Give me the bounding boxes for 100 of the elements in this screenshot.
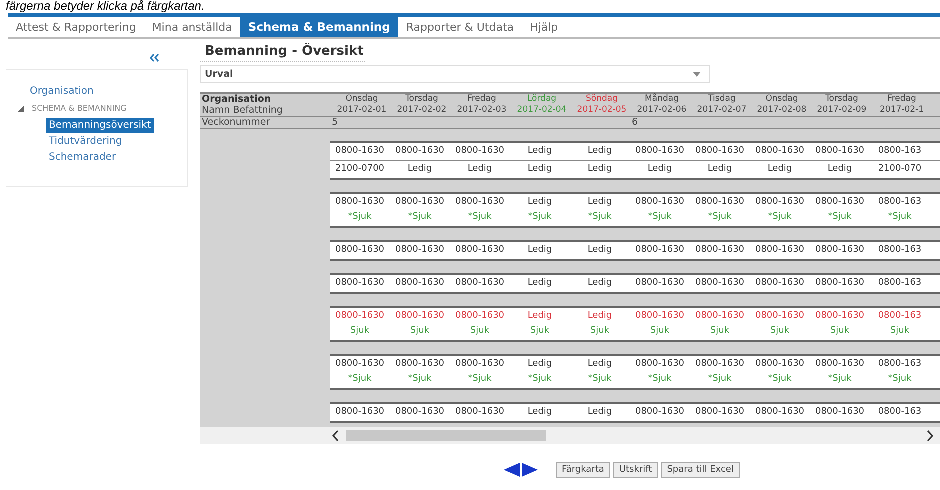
day-name: Fredag: [466, 94, 498, 105]
shift-text: Ledig: [526, 197, 554, 208]
shift-text: Ledig: [406, 164, 434, 175]
action-button[interactable]: Färgkarta: [556, 462, 610, 478]
action-button[interactable]: Spara till Excel: [661, 462, 740, 478]
sidebar-item[interactable]: Tidutvärdering: [46, 134, 126, 149]
status-text: *Sjuk: [527, 374, 553, 385]
shift-text: 0800-1630: [754, 359, 806, 370]
status-text: *Sjuk: [587, 374, 613, 385]
shift-text: 0800-1630: [394, 359, 446, 370]
day-date: 2017-02-05: [576, 105, 628, 116]
sidebar-item[interactable]: Organisation: [30, 86, 94, 97]
nav-tab[interactable]: Attest & Rapportering: [8, 17, 144, 37]
shift-text: 0800-1630: [754, 311, 806, 322]
shift-text: Ledig: [526, 146, 554, 157]
day-name: Tisdag: [707, 94, 737, 105]
day-date: 2017-02-03: [456, 105, 508, 116]
shift-text: Ledig: [526, 311, 554, 322]
shift-text: 0800-1630: [394, 311, 446, 322]
status-text: *Sjuk: [827, 374, 853, 385]
shift-text: Ledig: [466, 164, 494, 175]
status-text: *Sjuk: [767, 374, 793, 385]
shift-text: 0800-1630: [334, 146, 386, 157]
status-text: *Sjuk: [467, 374, 493, 385]
shift-text: 0800-1630: [814, 359, 866, 370]
day-date: 2017-02-07: [696, 105, 748, 116]
shift-text: 0800-1630: [634, 311, 686, 322]
week-number: 5: [332, 117, 338, 128]
shift-text: 0800-1630: [694, 278, 746, 289]
status-text: *Sjuk: [707, 374, 733, 385]
shift-text: 0800-1630: [694, 197, 746, 208]
previous-arrow-icon[interactable]: [504, 463, 520, 477]
shift-text: Ledig: [586, 407, 614, 418]
collapse-icon[interactable]: [150, 54, 160, 62]
shift-text: Ledig: [586, 278, 614, 289]
day-name: Lördag: [526, 94, 558, 105]
scroll-right-icon[interactable]: [926, 430, 934, 442]
sidebar-item[interactable]: Schemarader: [46, 150, 120, 165]
nav-tab[interactable]: Schema & Bemanning: [240, 17, 398, 37]
shift-text: Ledig: [586, 146, 614, 157]
shift-text: 0800-1630: [634, 407, 686, 418]
shift-text: 0800-163: [877, 197, 923, 208]
shift-text: 0800-163: [877, 311, 923, 322]
action-button[interactable]: Utskrift: [613, 462, 658, 478]
shift-text: 0800-1630: [754, 278, 806, 289]
shift-text: 0800-163: [877, 407, 923, 418]
day-date: 2017-02-08: [756, 105, 808, 116]
shift-text: 0800-1630: [394, 278, 446, 289]
shift-text: 0800-1630: [634, 278, 686, 289]
shift-text: 0800-1630: [454, 146, 506, 157]
status-text: *Sjuk: [407, 374, 433, 385]
shift-text: 0800-1630: [694, 359, 746, 370]
shift-text: 0800-1630: [334, 359, 386, 370]
shift-text: Ledig: [586, 245, 614, 256]
status-text: *Sjuk: [347, 212, 373, 223]
day-name: Söndag: [585, 94, 619, 105]
day-name: Onsdag: [764, 94, 800, 105]
shift-text: Ledig: [586, 164, 614, 175]
shift-text: 0800-1630: [754, 407, 806, 418]
status-text: Sjuk: [649, 326, 671, 337]
filter-dropdown[interactable]: Urval: [200, 65, 710, 83]
shift-text: 0800-1630: [694, 146, 746, 157]
shift-text: Ledig: [706, 164, 734, 175]
expand-icon[interactable]: [18, 106, 24, 112]
shift-text: Ledig: [826, 164, 854, 175]
horizontal-scrollbar[interactable]: [200, 427, 940, 444]
shift-text: 0800-1630: [454, 311, 506, 322]
shift-text: 0800-1630: [334, 407, 386, 418]
day-date: 2017-02-09: [816, 105, 868, 116]
shift-text: 0800-1630: [394, 407, 446, 418]
shift-text: 0800-1630: [334, 245, 386, 256]
status-text: *Sjuk: [587, 212, 613, 223]
day-name: Fredag: [886, 94, 918, 105]
shift-text: Ledig: [526, 407, 554, 418]
nav-tab[interactable]: Rapporter & Utdata: [398, 17, 522, 37]
shift-text: Ledig: [526, 278, 554, 289]
nav-tab[interactable]: Mina anställda: [144, 17, 240, 37]
nav-tab[interactable]: Hjälp: [522, 17, 566, 37]
next-arrow-icon[interactable]: [522, 463, 538, 477]
column-header: Namn Befattning: [202, 105, 284, 116]
status-text: *Sjuk: [467, 212, 493, 223]
page-title: Bemanning - Översikt: [200, 44, 365, 62]
status-text: Sjuk: [709, 326, 731, 337]
sidebar-section[interactable]: SCHEMA & BEMANNING: [32, 104, 127, 113]
shift-text: 0800-1630: [454, 245, 506, 256]
day-date: 2017-02-1: [879, 105, 925, 116]
shift-text: 0800-163: [877, 245, 923, 256]
sidebar-item[interactable]: Bemanningsöversikt: [46, 118, 154, 133]
day-date: 2017-02-06: [636, 105, 688, 116]
day-date: 2017-02-02: [396, 105, 448, 116]
status-text: *Sjuk: [707, 212, 733, 223]
status-text: Sjuk: [529, 326, 551, 337]
shift-text: 0800-163: [877, 359, 923, 370]
shift-text: 0800-1630: [694, 407, 746, 418]
shift-text: 0800-1630: [634, 359, 686, 370]
scroll-left-icon[interactable]: [332, 430, 340, 442]
shift-text: 0800-1630: [634, 197, 686, 208]
shift-text: 0800-1630: [814, 407, 866, 418]
shift-text: 0800-1630: [394, 146, 446, 157]
status-text: Sjuk: [769, 326, 791, 337]
